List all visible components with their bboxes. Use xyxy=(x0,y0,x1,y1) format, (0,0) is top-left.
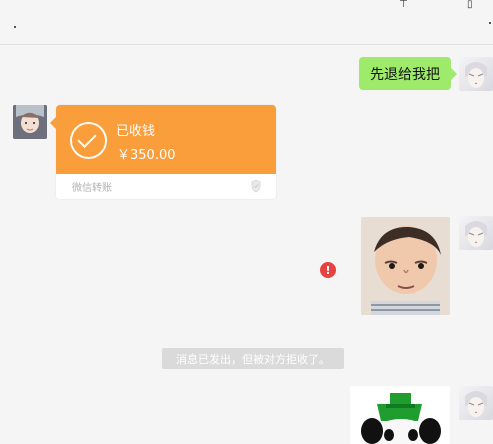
panda-sticker-icon xyxy=(350,386,450,444)
chat-header: ⊤ ▯ xyxy=(0,0,493,45)
transfer-card-header: 已收钱 ￥350.00 xyxy=(50,105,276,174)
transfer-card-footer: 微信转账 xyxy=(56,174,276,199)
transfer-card[interactable]: 已收钱 ￥350.00 微信转账 xyxy=(50,105,276,199)
small-top-icon-right[interactable]: ▯ xyxy=(467,0,473,10)
anime-avatar-icon xyxy=(465,221,487,247)
anime-avatar-icon xyxy=(465,391,487,417)
sent-image-message[interactable] xyxy=(361,217,450,315)
transfer-source-label: 微信转账 xyxy=(72,183,112,194)
outgoing-text-bubble[interactable]: 先退给我把 xyxy=(359,57,457,90)
shield-icon xyxy=(251,179,261,193)
anime-avatar-icon xyxy=(465,62,487,88)
my-avatar[interactable] xyxy=(459,57,493,91)
my-avatar[interactable] xyxy=(459,216,493,250)
friend-avatar[interactable] xyxy=(13,105,47,139)
friend-photo-icon xyxy=(13,105,47,139)
check-mark-icon xyxy=(77,128,97,149)
transfer-amount: ￥350.00 xyxy=(117,148,176,163)
baby-photo-icon xyxy=(361,217,450,315)
transfer-status: 已收钱 xyxy=(116,124,156,139)
rejected-message-note: 消息已发出，但被对方拒收了。 xyxy=(162,348,344,369)
right-dot xyxy=(489,22,491,24)
left-dot xyxy=(14,26,16,28)
my-avatar[interactable] xyxy=(459,386,493,420)
sent-sticker-message[interactable] xyxy=(350,386,450,444)
received-check-icon xyxy=(70,122,107,159)
small-top-icon-left[interactable]: ⊤ xyxy=(399,0,408,10)
send-error-icon[interactable]: ! xyxy=(320,262,336,278)
